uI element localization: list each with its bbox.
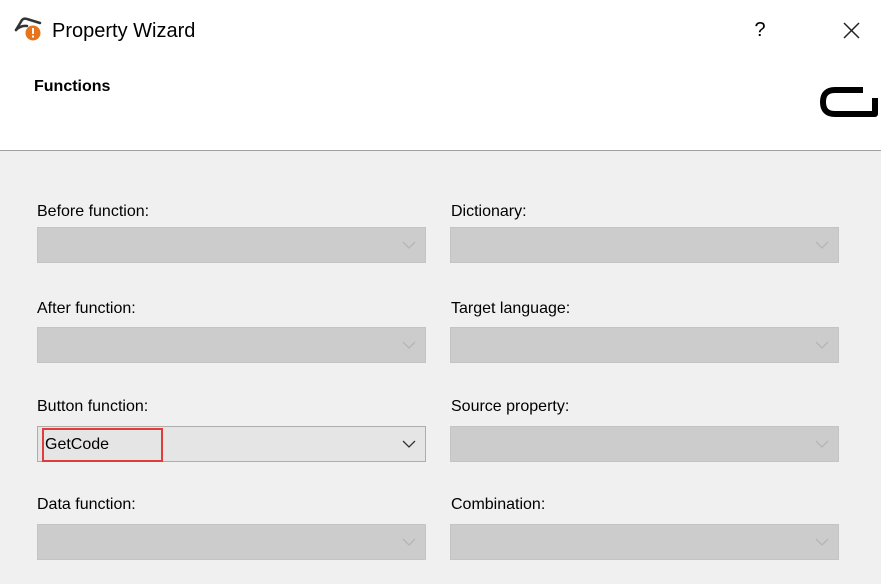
chevron-down-icon bbox=[402, 241, 416, 249]
source-property-select bbox=[450, 426, 839, 462]
button-function-label: Button function: bbox=[37, 398, 149, 415]
chevron-down-icon bbox=[815, 241, 829, 249]
combination-label: Combination: bbox=[451, 496, 546, 513]
target-language-select bbox=[450, 327, 839, 363]
title-bar: Property Wizard ? bbox=[0, 0, 881, 60]
dictionary-label: Dictionary: bbox=[451, 203, 527, 220]
before-function-label: Before function: bbox=[37, 203, 150, 220]
chevron-down-icon bbox=[815, 538, 829, 546]
help-button[interactable]: ? bbox=[746, 14, 774, 46]
after-function-label: After function: bbox=[37, 300, 136, 317]
window-title: Property Wizard bbox=[52, 20, 196, 42]
close-icon[interactable] bbox=[836, 14, 866, 46]
chevron-down-icon bbox=[815, 440, 829, 448]
page-header: Functions bbox=[0, 60, 881, 151]
after-function-select bbox=[37, 327, 426, 363]
source-property-label: Source property: bbox=[451, 398, 570, 415]
chevron-down-icon bbox=[402, 538, 416, 546]
dictionary-select bbox=[450, 227, 839, 263]
data-function-label: Data function: bbox=[37, 496, 136, 513]
highlight-box bbox=[42, 428, 163, 462]
combination-select bbox=[450, 524, 839, 560]
chevron-down-icon bbox=[815, 341, 829, 349]
logo-mark bbox=[820, 87, 878, 117]
page-title: Functions bbox=[34, 78, 111, 95]
chevron-down-icon[interactable] bbox=[402, 439, 416, 449]
target-language-label: Target language: bbox=[451, 300, 571, 317]
before-function-select bbox=[37, 227, 426, 263]
app-icon bbox=[14, 17, 42, 41]
button-function-select[interactable]: GetCode bbox=[37, 426, 426, 462]
data-function-select bbox=[37, 524, 426, 560]
chevron-down-icon bbox=[402, 341, 416, 349]
